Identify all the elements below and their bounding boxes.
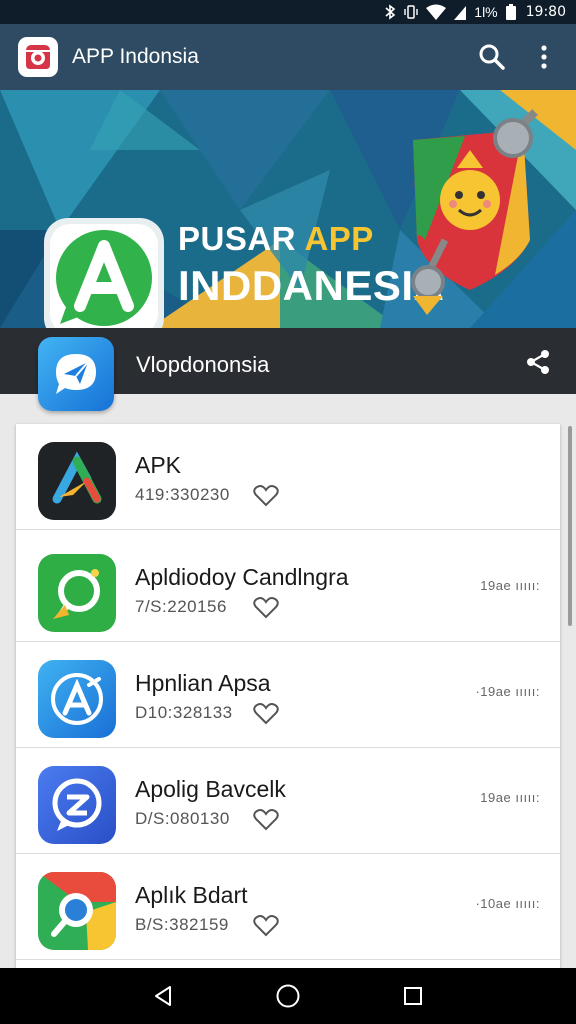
appstore-icon	[38, 660, 116, 738]
messenger-icon	[38, 766, 116, 844]
app-meta: D10:328133	[135, 703, 233, 722]
store-logo-icon	[26, 45, 50, 69]
back-button[interactable]	[139, 972, 187, 1020]
recents-button[interactable]	[389, 972, 437, 1020]
app-size: 19ae ııııı:	[480, 790, 540, 805]
app-size: 19ae ııııı:	[480, 578, 540, 593]
search-button[interactable]	[466, 31, 518, 83]
status-bar: 1l% 19:80	[0, 0, 576, 24]
heart-icon[interactable]	[252, 808, 280, 837]
mascot-shield-icon	[411, 109, 538, 315]
app-list[interactable]: APK 419:330230 Apldiodoy Candlngra 7/S:2…	[16, 424, 560, 972]
navigation-bar	[0, 968, 576, 1024]
app-size: ·10ae ııııı:	[475, 896, 540, 911]
heart-icon[interactable]	[252, 702, 280, 731]
list-item[interactable]: Apolig Bavcelk D/S:080130 19ae ııııı:	[16, 748, 560, 854]
recents-square-icon	[404, 987, 423, 1005]
app-meta: D/S:080130	[135, 809, 230, 828]
app-meta: 419:330230	[135, 485, 230, 504]
list-item[interactable]: Apldiodoy Candlngra 7/S:220156 19ae ıııı…	[16, 536, 560, 642]
wifi-icon	[426, 4, 447, 20]
section-title: Vlopdononsia	[136, 352, 270, 377]
back-triangle-icon	[154, 986, 171, 1006]
search-icon	[479, 44, 505, 70]
app-name: Hpnlian Apsa	[135, 670, 271, 696]
app-meta: B/S:382159	[135, 915, 229, 934]
section-app-icon[interactable]	[38, 337, 114, 411]
heart-icon[interactable]	[252, 596, 280, 625]
more-vert-icon	[541, 45, 547, 69]
bluetooth-icon	[384, 4, 396, 20]
app-bar: APP Indonsia	[0, 24, 576, 90]
app-logo	[18, 37, 58, 77]
share-icon	[527, 350, 549, 374]
app-meta: 7/S:220156	[135, 597, 227, 616]
banner-title-line1: PUSAR APP	[178, 220, 374, 257]
whatsapp-icon	[38, 554, 116, 632]
heart-icon[interactable]	[252, 914, 280, 943]
app-title: APP Indonsia	[72, 45, 199, 68]
app-name: Apldiodoy Candlngra	[135, 564, 349, 590]
list-item[interactable]: Hpnlian Apsa D10:328133 ·19ae ııııı:	[16, 642, 560, 748]
list-scrollbar[interactable]	[568, 426, 572, 626]
app-name: Aplık Bdart	[135, 882, 248, 908]
promo-banner[interactable]: PUSAR APP INDDANESIA	[0, 90, 576, 328]
chrome-icon	[38, 872, 116, 950]
paper-plane-chat-icon	[56, 354, 96, 394]
app-name: Apolig Bavcelk	[135, 776, 286, 802]
home-button[interactable]	[264, 972, 312, 1020]
signal-icon	[454, 4, 467, 20]
app-name: APK	[135, 452, 182, 478]
vibrate-icon	[404, 4, 418, 20]
list-item[interactable]: Aplık Bdart B/S:382159 ·10ae ııııı:	[16, 854, 560, 960]
overflow-menu-button[interactable]	[518, 31, 570, 83]
heart-icon[interactable]	[252, 484, 280, 513]
list-item[interactable]: APK 419:330230	[16, 424, 560, 530]
home-circle-icon	[276, 984, 300, 1008]
share-button[interactable]	[522, 346, 554, 378]
battery-percent: 1l%	[474, 4, 498, 20]
app-size: ·19ae ııııı:	[475, 684, 540, 699]
clock: 19:80	[525, 4, 566, 20]
apk-icon	[38, 442, 116, 520]
letter-a-logo-icon	[44, 218, 164, 328]
battery-icon	[505, 4, 516, 20]
banner-app-logo	[40, 214, 166, 328]
